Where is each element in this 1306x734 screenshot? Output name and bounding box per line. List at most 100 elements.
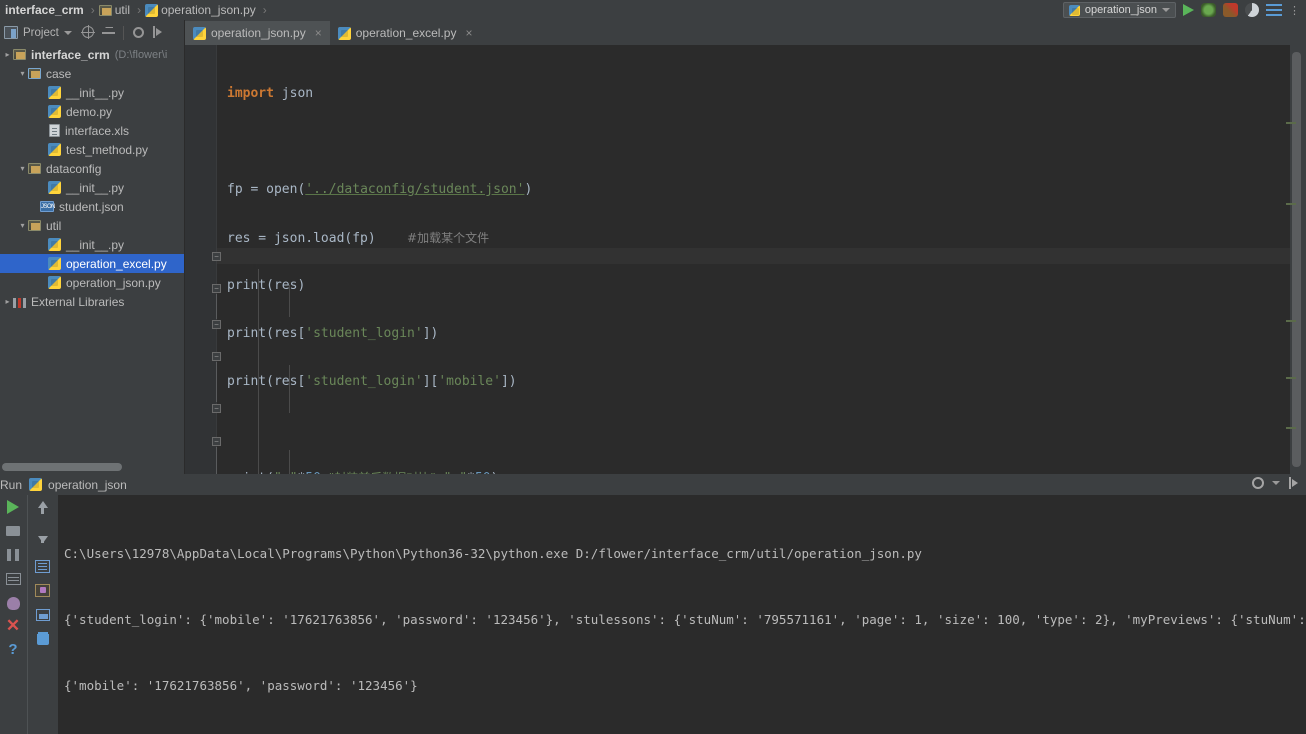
console-output[interactable]: C:\Users\12978\AppData\Local\Programs\Py… — [58, 495, 1306, 734]
fold-marker-icon[interactable]: − — [212, 252, 221, 261]
project-tree-panel[interactable]: ▸ interface_crm (D:\flower\i ▾ case __in… — [0, 45, 185, 460]
close-icon[interactable]: × — [315, 26, 322, 40]
tree-row[interactable]: ▾ dataconfig — [0, 159, 184, 178]
pycharm-window: interface_crm › util › operation_json.py… — [0, 0, 1306, 734]
code-line: print(res) — [227, 278, 306, 293]
fold-region-line — [216, 362, 217, 402]
tree-item-label: case — [46, 66, 72, 81]
fold-marker-icon[interactable]: − — [212, 352, 221, 361]
breadcrumb-separator: › — [90, 3, 95, 17]
change-marker — [1286, 122, 1296, 124]
console-line: C:\Users\12978\AppData\Local\Programs\Py… — [64, 546, 922, 561]
editor-vertical-scrollbar[interactable] — [1292, 52, 1301, 467]
python-file-icon — [193, 26, 206, 40]
breadcrumb-item-project[interactable]: interface_crm — [0, 0, 89, 20]
breadcrumb-label: operation_json.py — [161, 3, 256, 17]
fold-marker-icon[interactable]: − — [212, 404, 221, 413]
attach-icon[interactable] — [1266, 4, 1282, 16]
run-toolbar-primary: ✕ ? — [0, 495, 26, 734]
editor-tab-operation-json[interactable]: operation_json.py × — [185, 21, 330, 45]
trash-icon[interactable] — [35, 631, 51, 647]
python-file-icon — [1068, 4, 1080, 16]
scrollbar-thumb[interactable] — [2, 463, 122, 471]
tree-item-label: interface.xls — [65, 123, 130, 138]
close-icon[interactable]: × — [465, 26, 472, 40]
settings-icon[interactable] — [131, 25, 146, 40]
tree-row[interactable]: operation_json.py — [0, 273, 184, 292]
pause-icon[interactable] — [5, 547, 21, 563]
tree-item-label: External Libraries — [31, 294, 125, 309]
help-icon[interactable]: ? — [5, 642, 21, 659]
ghost-icon[interactable] — [5, 595, 21, 611]
chevron-down-icon[interactable] — [63, 30, 72, 35]
python-file-icon — [48, 86, 61, 99]
tree-row[interactable]: ▸ interface_crm (D:\flower\i — [0, 45, 184, 64]
chevron-right-icon[interactable]: ▸ — [2, 50, 13, 59]
overflow-icon[interactable]: ⋮ — [1289, 4, 1300, 17]
editor-tab-bar: operation_json.py × operation_excel.py × — [185, 20, 481, 45]
tree-item-label: demo.py — [66, 104, 113, 119]
hide-icon[interactable] — [151, 25, 166, 40]
close-icon[interactable]: ✕ — [5, 617, 21, 635]
chevron-down-icon[interactable]: ▾ — [17, 221, 28, 230]
folder-icon — [28, 163, 41, 174]
python-file-icon — [337, 26, 351, 40]
hide-icon[interactable] — [1288, 477, 1300, 489]
tree-row[interactable]: JSON student.json — [0, 197, 184, 216]
run-tool-window: Run operation_json ✕ ? C:\Users\12978\Ap… — [0, 474, 1306, 734]
locate-icon[interactable] — [81, 25, 96, 40]
folder-root-icon — [13, 49, 26, 60]
tree-row[interactable]: ▾ case — [0, 64, 184, 83]
project-panel-header: Project — [0, 20, 185, 45]
chevron-down-icon[interactable]: ▾ — [17, 164, 28, 173]
fold-marker-icon[interactable]: − — [212, 284, 221, 293]
scroll-to-end-icon[interactable] — [35, 583, 51, 599]
stop-icon[interactable] — [5, 523, 21, 539]
rows-icon[interactable] — [5, 571, 21, 587]
code-content[interactable]: import json fp = open('../dataconfig/stu… — [227, 54, 1306, 474]
debug-icon[interactable] — [1201, 3, 1216, 17]
python-file-icon — [29, 478, 43, 491]
tree-row[interactable]: demo.py — [0, 102, 184, 121]
gear-icon[interactable] — [1252, 477, 1264, 489]
chevron-down-icon[interactable] — [1272, 481, 1280, 485]
down-arrow-icon[interactable] — [35, 529, 51, 545]
collapse-all-icon[interactable] — [101, 25, 116, 40]
soft-wrap-icon[interactable] — [35, 559, 51, 575]
rerun-icon[interactable] — [5, 499, 21, 515]
tree-row-selected[interactable]: operation_excel.py — [0, 254, 184, 273]
run-icon[interactable] — [1183, 4, 1194, 16]
tree-item-label: operation_json.py — [66, 275, 161, 290]
up-arrow-icon[interactable] — [35, 499, 51, 515]
breadcrumb-item-file[interactable]: operation_json.py — [143, 0, 261, 20]
fold-marker-icon[interactable]: − — [212, 437, 221, 446]
tree-row[interactable]: __init__.py — [0, 83, 184, 102]
tree-row[interactable]: test_method.py — [0, 140, 184, 159]
tree-item-label: __init__.py — [66, 85, 125, 100]
project-horizontal-scrollbar[interactable] — [0, 460, 185, 474]
tree-row[interactable]: __init__.py — [0, 178, 184, 197]
code-editor[interactable]: − − − − − − − import json fp = open('../… — [185, 45, 1306, 474]
toolbar-row: Project operation_json.py × operation_ex… — [0, 20, 1306, 45]
breadcrumb-separator: › — [262, 3, 267, 17]
tree-row[interactable]: ▾ util — [0, 216, 184, 235]
run-config-name: operation_json — [48, 477, 127, 492]
profile-icon[interactable] — [1245, 3, 1259, 17]
tree-item-label: student.json — [59, 199, 124, 214]
chevron-down-icon[interactable]: ▾ — [17, 69, 28, 78]
code-line: print(res['student_login']) — [227, 326, 439, 341]
editor-tab-operation-excel[interactable]: operation_excel.py × — [330, 21, 481, 45]
run-configuration-selector[interactable]: operation_json — [1062, 2, 1176, 18]
fold-column[interactable]: − − − − − − − — [212, 45, 226, 474]
fold-marker-icon[interactable]: − — [212, 320, 221, 329]
coverage-icon[interactable] — [1223, 3, 1238, 17]
chevron-right-icon[interactable]: ▸ — [2, 297, 13, 306]
tree-row[interactable]: ▸ External Libraries — [0, 292, 184, 311]
tree-row[interactable]: __init__.py — [0, 235, 184, 254]
change-marker — [1286, 203, 1296, 205]
print-icon[interactable] — [35, 607, 51, 623]
tree-row[interactable]: interface.xls — [0, 121, 184, 140]
breadcrumb-item-util[interactable]: util — [97, 0, 135, 20]
